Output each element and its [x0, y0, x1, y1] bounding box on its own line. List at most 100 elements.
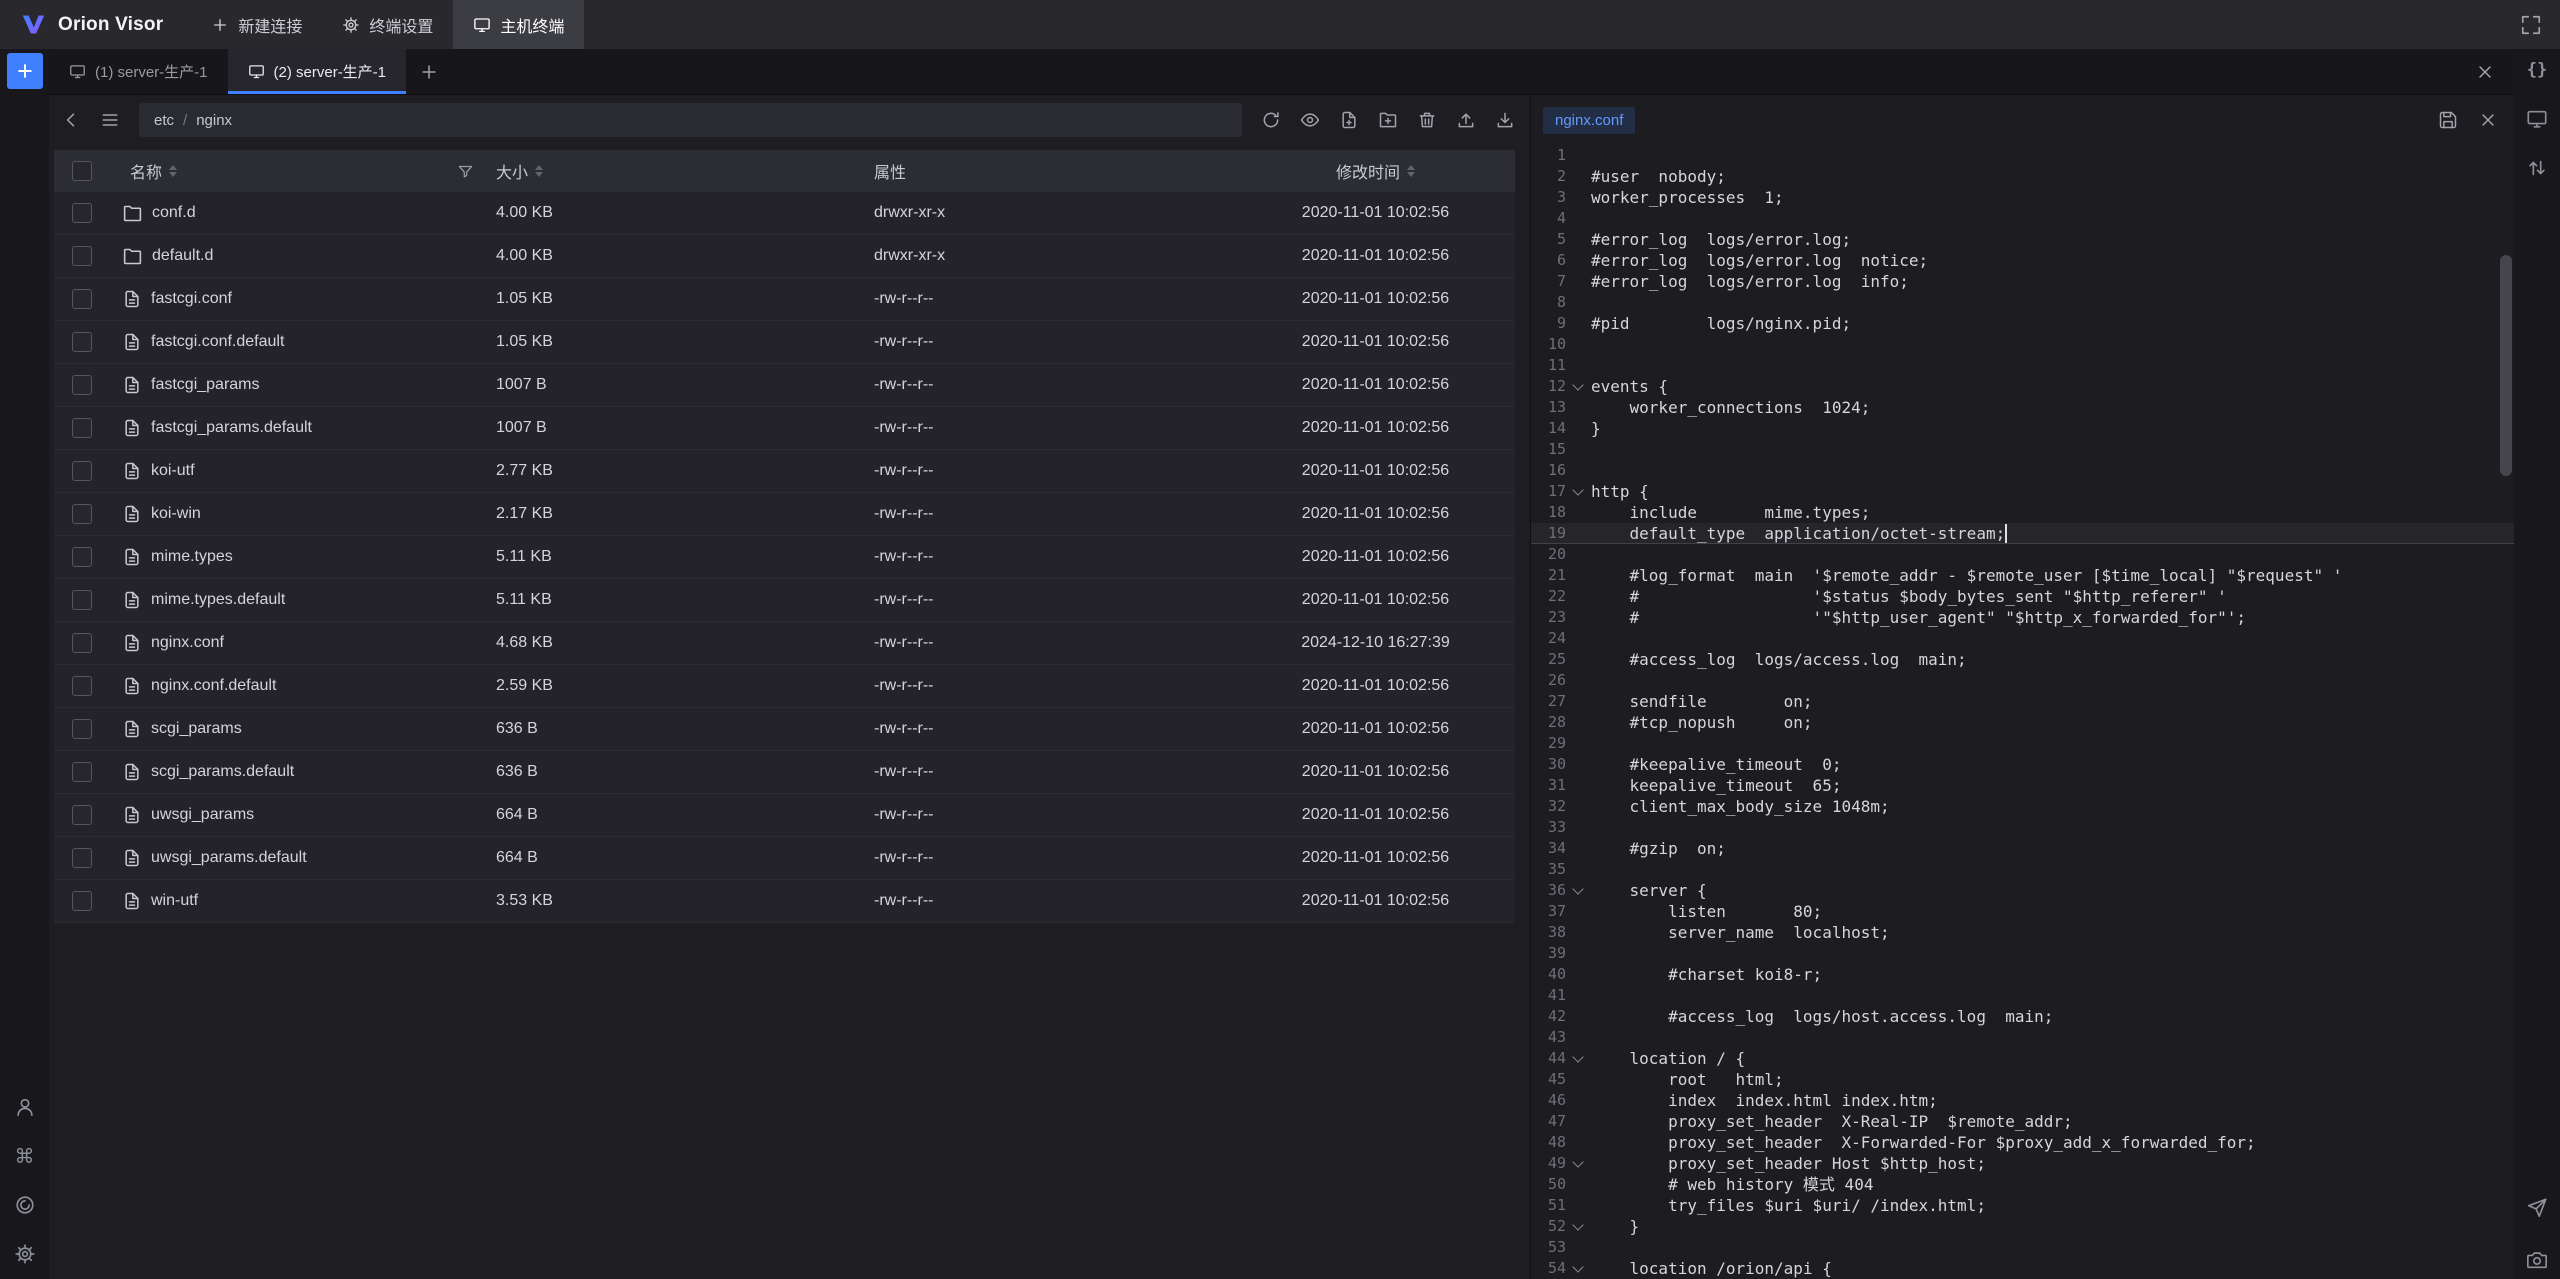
new-tab-button[interactable] [7, 53, 43, 89]
fold-gutter[interactable] [1566, 1090, 1591, 1111]
fold-gutter[interactable] [1566, 691, 1591, 712]
row-checkbox[interactable] [72, 418, 92, 438]
user-button[interactable] [8, 1090, 42, 1124]
fold-gutter[interactable] [1566, 733, 1591, 754]
fold-gutter[interactable] [1566, 775, 1591, 796]
table-row[interactable]: fastcgi_params.default 1007 B -rw-r--r--… [54, 407, 1515, 450]
row-checkbox[interactable] [72, 375, 92, 395]
fold-gutter[interactable] [1566, 376, 1591, 397]
fold-gutter[interactable] [1566, 145, 1591, 166]
table-row[interactable]: fastcgi.conf 1.05 KB -rw-r--r-- 2020-11-… [54, 278, 1515, 321]
fold-gutter[interactable] [1566, 1153, 1591, 1174]
table-row[interactable]: scgi_params 636 B -rw-r--r-- 2020-11-01 … [54, 708, 1515, 751]
fold-gutter[interactable] [1566, 586, 1591, 607]
fold-gutter[interactable] [1566, 334, 1591, 355]
table-row[interactable]: scgi_params.default 636 B -rw-r--r-- 202… [54, 751, 1515, 794]
fold-gutter[interactable] [1566, 292, 1591, 313]
fold-gutter[interactable] [1566, 964, 1591, 985]
fold-gutter[interactable] [1566, 397, 1591, 418]
row-checkbox[interactable] [72, 633, 92, 653]
sort-size[interactable] [535, 165, 543, 177]
fold-gutter[interactable] [1566, 355, 1591, 376]
fold-gutter[interactable] [1566, 1258, 1591, 1279]
fold-gutter[interactable] [1566, 439, 1591, 460]
table-row[interactable]: default.d 4.00 KB drwxr-xr-x 2020-11-01 … [54, 235, 1515, 278]
select-all-checkbox[interactable] [72, 161, 92, 181]
fold-gutter[interactable] [1566, 985, 1591, 1006]
fold-gutter[interactable] [1566, 565, 1591, 586]
row-checkbox[interactable] [72, 762, 92, 782]
row-checkbox[interactable] [72, 891, 92, 911]
upload-button[interactable] [1449, 103, 1483, 137]
fold-gutter[interactable] [1566, 754, 1591, 775]
row-checkbox[interactable] [72, 719, 92, 739]
close-panel-button[interactable] [2468, 55, 2502, 89]
row-checkbox[interactable] [72, 504, 92, 524]
table-row[interactable]: nginx.conf.default 2.59 KB -rw-r--r-- 20… [54, 665, 1515, 708]
table-row[interactable]: uwsgi_params.default 664 B -rw-r--r-- 20… [54, 837, 1515, 880]
settings-button[interactable] [8, 1237, 42, 1271]
delete-button[interactable] [1410, 103, 1444, 137]
send-command-button[interactable] [2520, 1191, 2554, 1225]
fold-gutter[interactable] [1566, 544, 1591, 565]
fold-gutter[interactable] [1566, 1027, 1591, 1048]
new-folder-button[interactable] [1371, 103, 1405, 137]
table-row[interactable]: uwsgi_params 664 B -rw-r--r-- 2020-11-01… [54, 794, 1515, 837]
back-button[interactable] [54, 103, 88, 137]
breadcrumb-segment[interactable]: etc [154, 112, 174, 129]
row-checkbox[interactable] [72, 848, 92, 868]
fold-gutter[interactable] [1566, 1216, 1591, 1237]
shortcut-button[interactable]: ⌘ [8, 1139, 42, 1173]
row-checkbox[interactable] [72, 332, 92, 352]
screenshot-button[interactable] [2520, 1243, 2554, 1277]
code-editor[interactable]: 1 2 #user nobody; 3 worker_processes 1; … [1531, 145, 2514, 1279]
row-checkbox[interactable] [72, 676, 92, 696]
fold-gutter[interactable] [1566, 481, 1591, 502]
table-row[interactable]: win-utf 3.53 KB -rw-r--r-- 2020-11-01 10… [54, 880, 1515, 923]
terminal-tab-2[interactable]: (2) server-生产-1 [228, 49, 407, 94]
nav-new-connection[interactable]: 新建连接 [191, 0, 322, 49]
fold-gutter[interactable] [1566, 607, 1591, 628]
fold-gutter[interactable] [1566, 1048, 1591, 1069]
table-row[interactable]: nginx.conf 4.68 KB -rw-r--r-- 2024-12-10… [54, 622, 1515, 665]
table-row[interactable]: conf.d 4.00 KB drwxr-xr-x 2020-11-01 10:… [54, 192, 1515, 235]
fold-gutter[interactable] [1566, 229, 1591, 250]
fold-gutter[interactable] [1566, 418, 1591, 439]
show-hidden-button[interactable] [1293, 103, 1327, 137]
nav-terminal-settings[interactable]: 终端设置 [322, 0, 453, 49]
row-checkbox[interactable] [72, 805, 92, 825]
list-view-button[interactable] [93, 103, 127, 137]
table-row[interactable]: mime.types 5.11 KB -rw-r--r-- 2020-11-01… [54, 536, 1515, 579]
sort-mtime[interactable] [1407, 165, 1415, 177]
theme-button[interactable] [8, 1188, 42, 1222]
fold-gutter[interactable] [1566, 1174, 1591, 1195]
fold-gutter[interactable] [1566, 166, 1591, 187]
fold-gutter[interactable] [1566, 901, 1591, 922]
fold-gutter[interactable] [1566, 670, 1591, 691]
table-row[interactable]: fastcgi_params 1007 B -rw-r--r-- 2020-11… [54, 364, 1515, 407]
row-checkbox[interactable] [72, 246, 92, 266]
fold-gutter[interactable] [1566, 523, 1591, 544]
fold-gutter[interactable] [1566, 1111, 1591, 1132]
transfer-list-button[interactable] [2520, 151, 2554, 185]
fold-gutter[interactable] [1566, 1237, 1591, 1258]
sort-name[interactable] [169, 165, 177, 177]
save-button[interactable] [2432, 104, 2464, 136]
fold-gutter[interactable] [1566, 1006, 1591, 1027]
download-button[interactable] [1488, 103, 1522, 137]
fold-gutter[interactable] [1566, 187, 1591, 208]
fold-gutter[interactable] [1566, 859, 1591, 880]
editor-scrollbar[interactable] [2500, 255, 2512, 476]
add-tab-button[interactable] [412, 55, 446, 89]
fold-gutter[interactable] [1566, 628, 1591, 649]
editor-toggle-button[interactable]: {} [2520, 53, 2554, 87]
fold-gutter[interactable] [1566, 250, 1591, 271]
fold-gutter[interactable] [1566, 838, 1591, 859]
display-settings-button[interactable] [2520, 102, 2554, 136]
fold-gutter[interactable] [1566, 1195, 1591, 1216]
fold-gutter[interactable] [1566, 796, 1591, 817]
fold-gutter[interactable] [1566, 1132, 1591, 1153]
path-breadcrumb[interactable]: etc / nginx [139, 103, 1242, 137]
breadcrumb-segment[interactable]: nginx [196, 112, 232, 129]
table-row[interactable]: koi-utf 2.77 KB -rw-r--r-- 2020-11-01 10… [54, 450, 1515, 493]
